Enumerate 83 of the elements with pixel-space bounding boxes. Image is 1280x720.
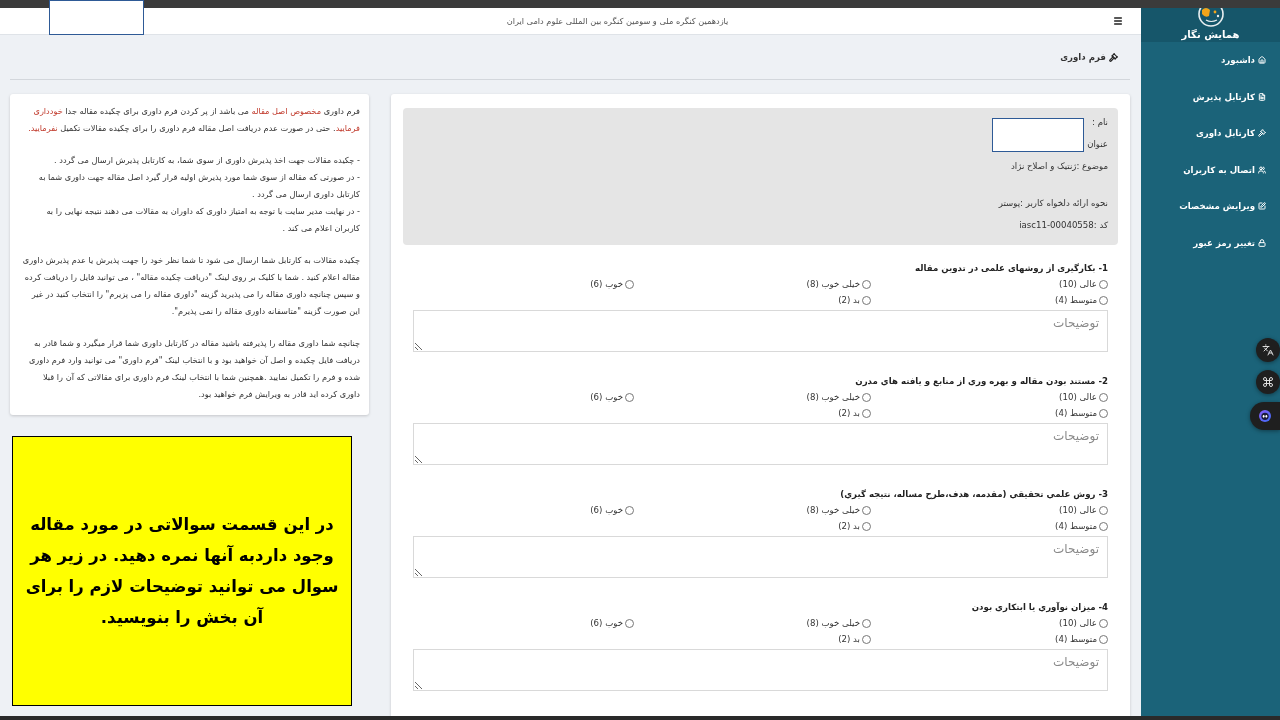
menu-icon [1113, 16, 1123, 26]
comment-field[interactable]: توضیحات [413, 310, 1108, 352]
sidebar-item[interactable]: کارتابل داوری [1141, 115, 1280, 152]
radio-button[interactable] [1099, 505, 1108, 515]
option-label: بد (2) [838, 295, 860, 305]
radio-button[interactable] [1099, 295, 1108, 305]
radio-button[interactable] [625, 618, 634, 628]
lock-icon [1258, 238, 1266, 247]
radio-button[interactable] [1099, 618, 1108, 628]
option-label: عالی (10) [1059, 279, 1097, 289]
gavel-icon [1109, 52, 1118, 62]
radio-button[interactable] [862, 295, 871, 305]
question-title: 2- مستند بودن مقاله و بهره وري از منابع و يافته هاي مدرن [854, 375, 1108, 389]
radio-button[interactable] [862, 634, 871, 644]
users-icon [1258, 165, 1266, 174]
page-title: فرم داوری [1060, 52, 1106, 62]
comment-field[interactable]: توضیحات [413, 423, 1108, 465]
menu-button[interactable] [1113, 16, 1123, 26]
radio-button[interactable] [862, 408, 871, 418]
radio-button[interactable] [862, 618, 871, 628]
radio-button[interactable] [625, 392, 634, 402]
mascot-icon [1259, 410, 1271, 422]
detail-text: موضوع :ژنتیک و اصلاح نژاد [1011, 160, 1108, 173]
info-text: - در نهایت مدیر سایت با توجه به امتیاز داوری که داوران به مقالات می دهند نتیجه نهایی را به کاربران اعلام می کند . [45, 205, 360, 235]
sidebar-item[interactable]: تغییر رمز عبور [1141, 224, 1280, 261]
radio-button[interactable] [1099, 521, 1108, 531]
home-icon [1258, 56, 1266, 65]
radio-button[interactable] [862, 505, 871, 515]
option-label: عالی (10) [1059, 392, 1097, 402]
question-title: 4- ميزان نوآوري يا ابتکاري بودن [970, 601, 1108, 615]
radio-button[interactable] [1099, 634, 1108, 644]
comment-field[interactable]: توضیحات [413, 649, 1108, 691]
radio-button[interactable] [862, 521, 871, 531]
question-title: 1- بکارگیری از روشهای علمی در تدوین مقاله [914, 262, 1108, 276]
logo-text: همایش نگار [1181, 28, 1240, 41]
radio-button[interactable] [625, 279, 634, 289]
option-label: عالی (10) [1059, 618, 1097, 628]
sidebar-item[interactable]: ویرایش مشخصات [1141, 188, 1280, 225]
option-label: بد (2) [838, 634, 860, 644]
sidebar-item[interactable]: اتصال به کاربران [1141, 151, 1280, 188]
option-label: متوسط (4) [1055, 295, 1097, 305]
assistant-button[interactable] [1250, 402, 1280, 430]
question-title: 3- روش علمي تحقيقي (مقدمه، هدف،طرح مساله، نتيجه گيري) [839, 488, 1108, 502]
option-label: بد (2) [838, 408, 860, 418]
option-label: خوب (6) [590, 505, 623, 515]
radio-button[interactable] [1099, 392, 1108, 402]
detail-text: کد :iasc11-00040558 [1019, 219, 1108, 232]
option-label: خوب (6) [590, 279, 623, 289]
command-icon [1262, 376, 1274, 388]
option-label: عالی (10) [1059, 505, 1097, 515]
radio-button[interactable] [862, 279, 871, 289]
info-text: فرم داوری مخصوص اصل مقاله می باشد از پر کردن فرم داوری برای چکیده مقاله جدا خودداری فرمایید. حتی در صورت عدم دریافت اصل مقاله فرم داوری را برای چکیده مقالات تکمیل نفرمایید. [27, 105, 360, 135]
callout-text: در این قسمت سوالاتی در مورد مقاله وجود داردبه آنها نمره دهید. در زیر هر سوال می توانید توضیحات لازم را برای آن بخش را بنویسید. [25, 514, 339, 629]
info-text: - در صورتی که مقاله از سوی شما مورد پذیرش اولیه قرار گیرد اصل مقاله جهت داوری شما به کارتابل داوری ارسال می گردد . [37, 171, 360, 201]
option-label: خوب (6) [590, 618, 623, 628]
radio-button[interactable] [862, 392, 871, 402]
edit-icon [1258, 202, 1266, 211]
detail-text: عنوان [1087, 138, 1108, 151]
site-title: یازدهمین کنگره ملی و سومین کنگره بین المللی علوم دامی ایران [506, 16, 729, 26]
radio-button[interactable] [1099, 279, 1108, 289]
sidebar-item[interactable]: کارتابل پذیرش [1141, 78, 1280, 115]
sidebar-item[interactable]: داشبورد [1141, 42, 1280, 79]
info-text: - چکیده مقالات جهت اخذ پذیرش داوری از سوی شما، به کارتابل پذیرش ارسال می گردد . [53, 154, 360, 167]
option-label: متوسط (4) [1055, 521, 1097, 531]
gavel-icon [1258, 129, 1266, 138]
option-label: خوب (6) [590, 392, 623, 402]
radio-button[interactable] [1099, 408, 1108, 418]
logo-icon [1197, 8, 1224, 28]
option-label: متوسط (4) [1055, 408, 1097, 418]
option-label: خیلی خوب (8) [806, 618, 860, 628]
info-text: چکیده مقالات به کارتابل شما ارسال می شود تا شما نظر خود را جهت پذیرش یا عدم پذیرش داوری مقاله اعلام کنید . شما با کلیک بر روی لینک "دریافت چکیده مقاله" ، می توانید فایل را دریافت کرده و سپس چنانچه داوری مقاله را می پذیرید گزینه "داوری مقاله را می پزیرم" را انتخاب کنید در غیر این صورت گزینه "متاسفانه داوری مقاله را نمی پذیرم". [22, 254, 360, 318]
radio-button[interactable] [625, 505, 634, 515]
translate-icon [1262, 344, 1274, 356]
option-label: خیلی خوب (8) [806, 279, 860, 289]
option-label: خیلی خوب (8) [806, 392, 860, 402]
comment-field[interactable]: توضیحات [413, 536, 1108, 578]
info-text: چنانچه شما داوری مقاله را پذیرفته باشید مقاله در کارتابل داوری شما قرار میگیرد و شما قادر به دریافت فایل چکیده و اصل آن خواهید بود و با انتخاب لینک "فرم داوری" می توانید وارد فرم داوری شده و فرم را تکمیل نمایید .همچنین شما با انتخاب لینک فرم داوری برای مقالاتی که آن را قبلا داوری کرده اید قادر به ویرایش فرم خواهید بود. [27, 337, 360, 401]
option-label: خیلی خوب (8) [806, 505, 860, 515]
detail-text: نحوه ارائه دلخواه کاربر :پوستر [998, 197, 1108, 210]
option-label: بد (2) [838, 521, 860, 531]
document-icon [1258, 92, 1266, 101]
detail-text: نام : [1092, 116, 1108, 129]
option-label: متوسط (4) [1055, 634, 1097, 644]
